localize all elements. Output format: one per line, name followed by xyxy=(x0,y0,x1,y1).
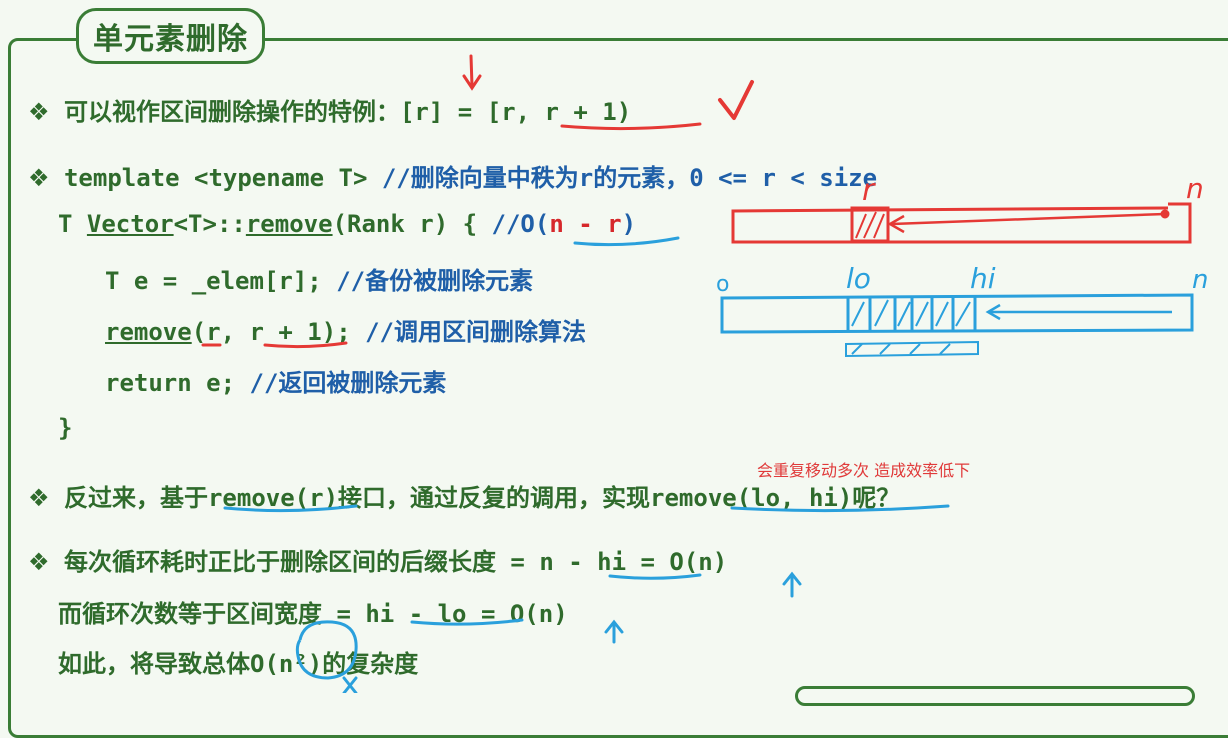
blue-up-arrow-icon-2 xyxy=(604,619,624,644)
blue-underline-remove-lo-hi xyxy=(730,504,950,513)
red-label-n: n xyxy=(1186,172,1204,205)
blue-vector-diagram xyxy=(720,293,1194,358)
blue-label-lo: lo xyxy=(846,262,871,295)
red-underline-range xyxy=(560,122,702,131)
red-vector-diagram xyxy=(731,202,1192,244)
blue-underline-n-hi xyxy=(608,573,702,580)
red-down-arrow-icon xyxy=(462,54,482,91)
blue-up-arrow-icon xyxy=(782,571,802,598)
blue-cross-mark-icon xyxy=(342,676,358,693)
red-underline-r-plus-1 xyxy=(263,341,348,349)
blue-label-0: o xyxy=(716,272,729,297)
blue-label-n: n xyxy=(1192,265,1208,295)
blue-label-hi: hi xyxy=(970,262,996,295)
blue-underline-hi-lo xyxy=(410,618,524,626)
blue-circle-n-squared xyxy=(295,620,358,680)
red-label-r: r xyxy=(862,173,876,208)
red-check-icon xyxy=(718,80,754,120)
blue-underline-n-r xyxy=(573,236,680,247)
pen-annotations: r n o lo hi n xyxy=(201,54,1208,693)
blue-underline-remove-r xyxy=(223,504,358,513)
